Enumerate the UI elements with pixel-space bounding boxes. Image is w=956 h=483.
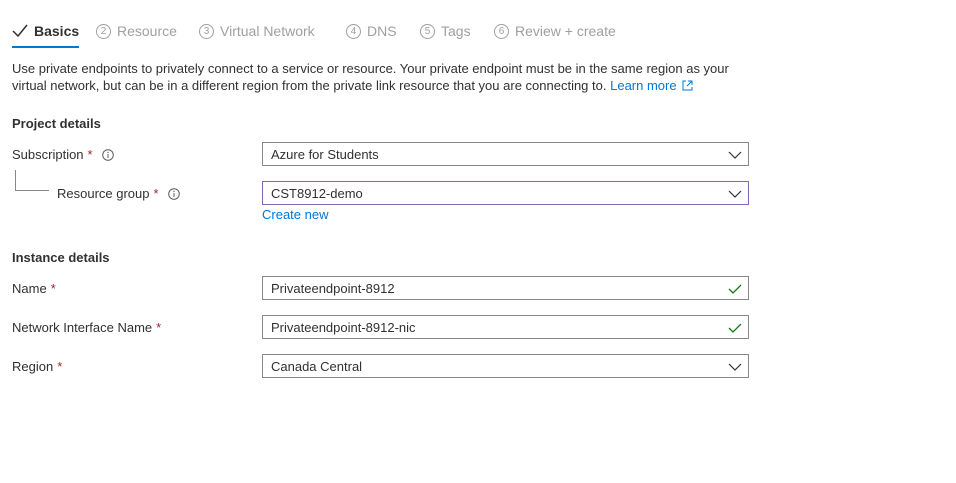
required-marker: * bbox=[153, 186, 159, 201]
step-number: 4 bbox=[346, 23, 361, 39]
required-marker: * bbox=[50, 281, 56, 296]
tab-dns[interactable]: 4 DNS bbox=[346, 18, 397, 44]
tab-label: Resource bbox=[117, 23, 177, 39]
info-icon[interactable] bbox=[167, 187, 180, 200]
tab-virtual-network[interactable]: 3 Virtual Network bbox=[199, 18, 315, 44]
instance-details-heading: Instance details bbox=[12, 250, 110, 265]
tab-label: Virtual Network bbox=[220, 23, 315, 39]
create-new-link[interactable]: Create new bbox=[262, 207, 328, 222]
tab-label: Basics bbox=[34, 23, 80, 39]
subscription-select[interactable]: Azure for Students bbox=[262, 142, 749, 166]
required-marker: * bbox=[156, 320, 162, 335]
intro-text: Use private endpoints to privately conne… bbox=[12, 60, 752, 94]
chevron-down-icon bbox=[728, 360, 742, 374]
external-link-icon bbox=[682, 80, 693, 91]
name-input[interactable]: Privateendpoint-8912 bbox=[262, 276, 749, 300]
resource-group-select[interactable]: CST8912-demo bbox=[262, 181, 749, 205]
checkmark-icon bbox=[12, 24, 28, 38]
nic-name-label: Network Interface Name * bbox=[12, 320, 162, 335]
name-label: Name * bbox=[12, 281, 56, 296]
chevron-down-icon bbox=[728, 148, 742, 162]
tab-basics[interactable]: Basics bbox=[12, 18, 80, 48]
step-number: 6 bbox=[494, 23, 509, 39]
tree-connector bbox=[15, 170, 49, 191]
step-number: 3 bbox=[199, 23, 214, 39]
region-select[interactable]: Canada Central bbox=[262, 354, 749, 378]
required-marker: * bbox=[87, 147, 93, 162]
resource-group-label: Resource group * bbox=[57, 186, 180, 201]
tab-label: DNS bbox=[367, 23, 397, 39]
project-details-heading: Project details bbox=[12, 116, 101, 131]
tab-review-create[interactable]: 6 Review + create bbox=[494, 18, 616, 44]
required-marker: * bbox=[57, 359, 63, 374]
nic-name-input[interactable]: Privateendpoint-8912-nic bbox=[262, 315, 749, 339]
tab-resource[interactable]: 2 Resource bbox=[96, 18, 177, 44]
tab-label: Review + create bbox=[515, 23, 616, 39]
valid-check-icon bbox=[728, 282, 742, 296]
subscription-label: Subscription * bbox=[12, 147, 114, 162]
valid-check-icon bbox=[728, 321, 742, 335]
learn-more-link[interactable]: Learn more bbox=[610, 78, 693, 93]
step-number: 5 bbox=[420, 23, 435, 39]
region-label: Region * bbox=[12, 359, 63, 374]
step-number: 2 bbox=[96, 23, 111, 39]
tab-tags[interactable]: 5 Tags bbox=[420, 18, 471, 44]
tab-label: Tags bbox=[441, 23, 471, 39]
info-icon[interactable] bbox=[101, 148, 114, 161]
chevron-down-icon bbox=[728, 187, 742, 201]
